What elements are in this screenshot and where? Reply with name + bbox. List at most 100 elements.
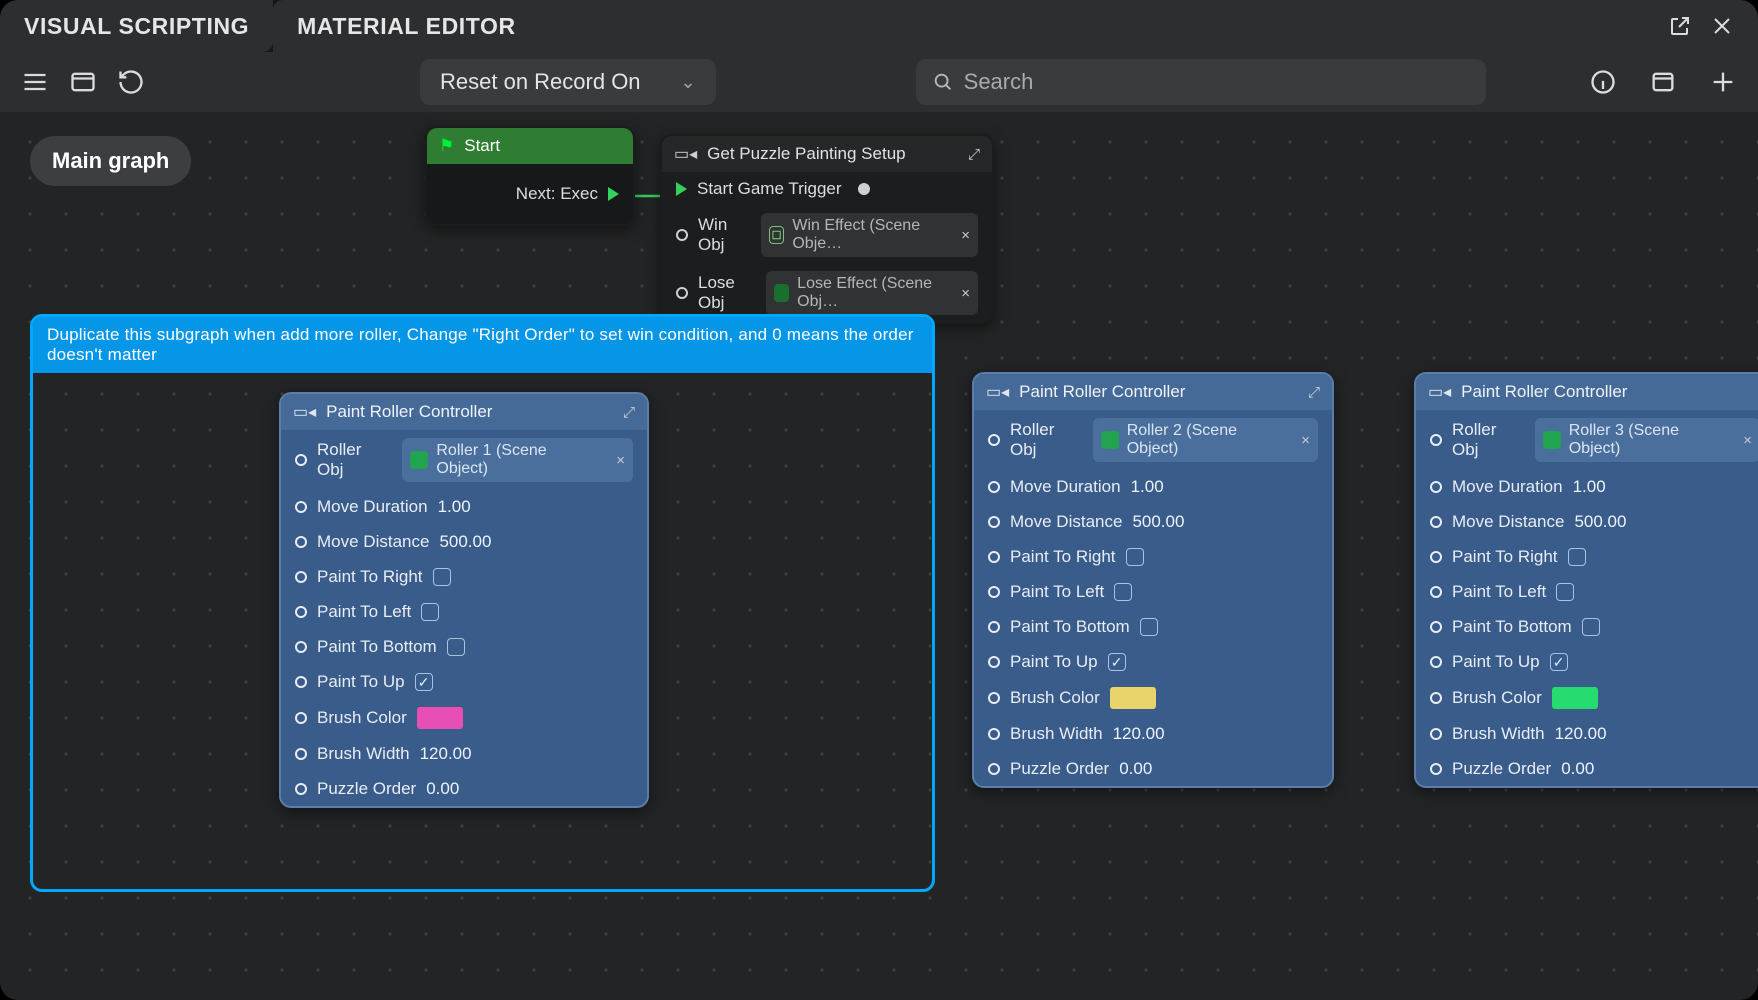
port[interactable] [1430, 481, 1442, 493]
port[interactable] [988, 434, 1000, 446]
checkbox[interactable] [1582, 618, 1600, 636]
port[interactable] [1430, 763, 1442, 775]
checkbox[interactable] [1556, 583, 1574, 601]
popout-icon[interactable] [1668, 14, 1692, 38]
info-button[interactable] [1584, 63, 1622, 101]
data-port[interactable] [858, 183, 870, 195]
scene-object-chip[interactable]: Roller 3 (Scene Object)× [1535, 418, 1758, 462]
color-swatch[interactable] [1552, 687, 1598, 709]
clear-icon[interactable]: × [1743, 432, 1752, 449]
value[interactable]: 1.00 [438, 497, 471, 517]
scene-object-chip[interactable]: Roller 1 (Scene Object)× [402, 438, 633, 482]
port[interactable] [988, 763, 1000, 775]
expand-icon[interactable]: ⤢ [623, 404, 635, 421]
port[interactable] [1430, 551, 1442, 563]
graph-title-chip[interactable]: Main graph [30, 136, 191, 186]
checkbox[interactable] [1126, 548, 1144, 566]
expand-icon[interactable]: ⤢ [968, 146, 980, 163]
value[interactable]: 0.00 [1119, 759, 1152, 779]
exec-out-port[interactable] [608, 187, 619, 201]
checkbox[interactable] [1140, 618, 1158, 636]
add-button[interactable] [1704, 63, 1742, 101]
data-port[interactable] [676, 287, 688, 299]
color-swatch[interactable] [1110, 687, 1156, 709]
port[interactable] [295, 676, 307, 688]
port[interactable] [988, 621, 1000, 633]
value[interactable]: 500.00 [1132, 512, 1184, 532]
node-header[interactable]: ▭◂ Get Puzzle Painting Setup ⤢ [662, 136, 992, 172]
value[interactable]: 120.00 [1555, 724, 1607, 744]
port[interactable] [1430, 692, 1442, 704]
port[interactable] [295, 712, 307, 724]
color-swatch[interactable] [417, 707, 463, 729]
value[interactable]: 0.00 [1561, 759, 1594, 779]
port[interactable] [988, 728, 1000, 740]
value[interactable]: 1.00 [1573, 477, 1606, 497]
value[interactable]: 1.00 [1131, 477, 1164, 497]
exec-in-port[interactable] [676, 182, 687, 196]
scene-object-chip[interactable]: ☐ Win Effect (Scene Obje… × [761, 213, 978, 257]
node-header[interactable]: ▭◂ Paint Roller Controller [1416, 374, 1758, 410]
value[interactable]: 120.00 [1113, 724, 1165, 744]
graph-canvas[interactable]: Main graph Start Next: Exec ▭◂ Get Puzzl… [0, 112, 1758, 1000]
start-node[interactable]: Start Next: Exec [425, 126, 635, 226]
tab-material-editor[interactable]: MATERIAL EDITOR [273, 0, 1758, 52]
port[interactable] [1430, 586, 1442, 598]
port[interactable] [988, 481, 1000, 493]
port[interactable] [988, 586, 1000, 598]
checkbox[interactable] [421, 603, 439, 621]
paint-roller-controller-node[interactable]: ▭◂ Paint Roller Controller Roller Obj Ro… [1414, 372, 1758, 788]
get-puzzle-setup-node[interactable]: ▭◂ Get Puzzle Painting Setup ⤢ Start Gam… [660, 134, 994, 324]
port[interactable] [295, 748, 307, 760]
record-mode-dropdown[interactable]: Reset on Record On ⌄ [420, 59, 716, 105]
scene-object-chip[interactable]: Roller 2 (Scene Object)× [1093, 418, 1318, 462]
checkbox[interactable] [1568, 548, 1586, 566]
port[interactable] [988, 516, 1000, 528]
clear-icon[interactable]: × [961, 227, 970, 244]
scene-object-chip[interactable]: Lose Effect (Scene Obj… × [766, 271, 978, 315]
port[interactable] [1430, 728, 1442, 740]
window-button[interactable] [1644, 63, 1682, 101]
clear-icon[interactable]: × [961, 285, 970, 302]
port[interactable] [295, 454, 307, 466]
value[interactable]: 0.00 [426, 779, 459, 799]
clear-icon[interactable]: × [616, 452, 625, 469]
port[interactable] [295, 536, 307, 548]
port[interactable] [295, 501, 307, 513]
expand-icon[interactable]: ⤢ [1308, 384, 1320, 401]
port[interactable] [988, 656, 1000, 668]
port[interactable] [988, 551, 1000, 563]
checkbox-checked[interactable]: ✓ [415, 673, 433, 691]
port[interactable] [1430, 516, 1442, 528]
data-port[interactable] [676, 229, 688, 241]
port[interactable] [988, 692, 1000, 704]
close-icon[interactable] [1710, 14, 1734, 38]
port[interactable] [1430, 621, 1442, 633]
paint-roller-controller-node[interactable]: ▭◂ Paint Roller Controller ⤢ Roller Obj … [972, 372, 1334, 788]
port[interactable] [295, 641, 307, 653]
port[interactable] [1430, 434, 1442, 446]
port[interactable] [295, 571, 307, 583]
group-comment[interactable]: Duplicate this subgraph when add more ro… [33, 317, 932, 373]
port[interactable] [1430, 656, 1442, 668]
node-header[interactable]: Start [427, 128, 633, 164]
checkbox[interactable] [1114, 583, 1132, 601]
value[interactable]: 500.00 [1574, 512, 1626, 532]
port[interactable] [295, 783, 307, 795]
clear-icon[interactable]: × [1301, 432, 1310, 449]
checkbox[interactable] [447, 638, 465, 656]
port[interactable] [295, 606, 307, 618]
node-header[interactable]: ▭◂ Paint Roller Controller ⤢ [974, 374, 1332, 410]
value[interactable]: 120.00 [420, 744, 472, 764]
panel-button[interactable] [64, 63, 102, 101]
node-header[interactable]: ▭◂ Paint Roller Controller ⤢ [281, 394, 647, 430]
reload-button[interactable] [112, 63, 150, 101]
checkbox-checked[interactable]: ✓ [1108, 653, 1126, 671]
checkbox[interactable] [433, 568, 451, 586]
menu-button[interactable] [16, 63, 54, 101]
paint-roller-controller-node[interactable]: ▭◂ Paint Roller Controller ⤢ Roller Obj … [279, 392, 649, 808]
tab-visual-scripting[interactable]: VISUAL SCRIPTING [0, 0, 273, 52]
value[interactable]: 500.00 [439, 532, 491, 552]
search-input[interactable]: Search [916, 59, 1486, 105]
checkbox-checked[interactable]: ✓ [1550, 653, 1568, 671]
